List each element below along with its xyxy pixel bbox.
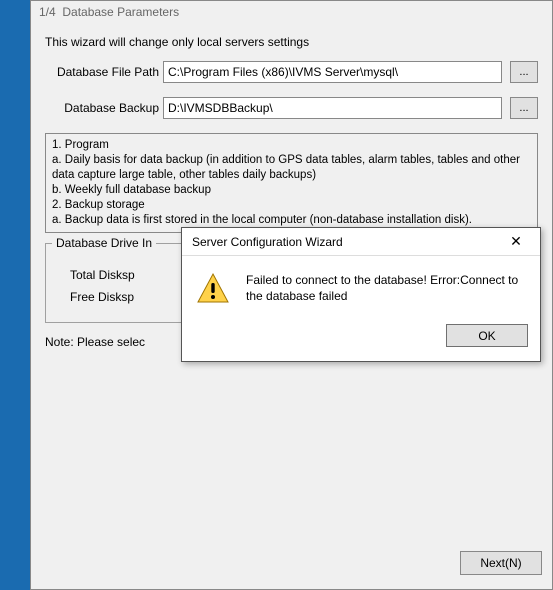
intro-text: This wizard will change only local serve…	[45, 35, 538, 49]
info-box: 1. Program a. Daily basis for data backu…	[45, 133, 538, 233]
info-line: 1. Program	[52, 138, 531, 153]
db-path-input[interactable]	[163, 61, 502, 83]
step-title: Database Parameters	[62, 5, 179, 19]
dialog-message: Failed to connect to the database! Error…	[236, 272, 526, 306]
drive-info-legend: Database Drive In	[52, 236, 156, 250]
warning-icon	[196, 272, 236, 306]
info-line: a. Backup data is first stored in the lo…	[52, 213, 531, 228]
dialog-titlebar: Server Configuration Wizard ✕	[182, 228, 540, 256]
info-line: a. Daily basis for data backup (in addit…	[52, 153, 531, 183]
db-path-browse-button[interactable]: ...	[510, 61, 538, 83]
dialog-body: Failed to connect to the database! Error…	[182, 256, 540, 318]
info-line: b. Weekly full database backup	[52, 183, 531, 198]
db-path-label: Database File Path	[45, 65, 163, 79]
db-path-row: Database File Path ...	[45, 61, 538, 83]
window-step-title: 1/4 Database Parameters	[31, 1, 552, 23]
info-line: 2. Backup storage	[52, 198, 531, 213]
db-backup-browse-button[interactable]: ...	[510, 97, 538, 119]
db-backup-input[interactable]	[163, 97, 502, 119]
dialog-close-button[interactable]: ✕	[498, 231, 534, 253]
dialog-title: Server Configuration Wizard	[192, 235, 498, 249]
next-button[interactable]: Next(N)	[460, 551, 542, 575]
db-backup-label: Database Backup	[45, 101, 163, 115]
ok-button[interactable]: OK	[446, 324, 528, 347]
db-backup-row: Database Backup ...	[45, 97, 538, 119]
error-dialog: Server Configuration Wizard ✕ Failed to …	[181, 227, 541, 362]
dialog-footer: OK	[182, 318, 540, 361]
close-icon: ✕	[510, 233, 522, 250]
step-number: 1/4	[39, 5, 56, 19]
